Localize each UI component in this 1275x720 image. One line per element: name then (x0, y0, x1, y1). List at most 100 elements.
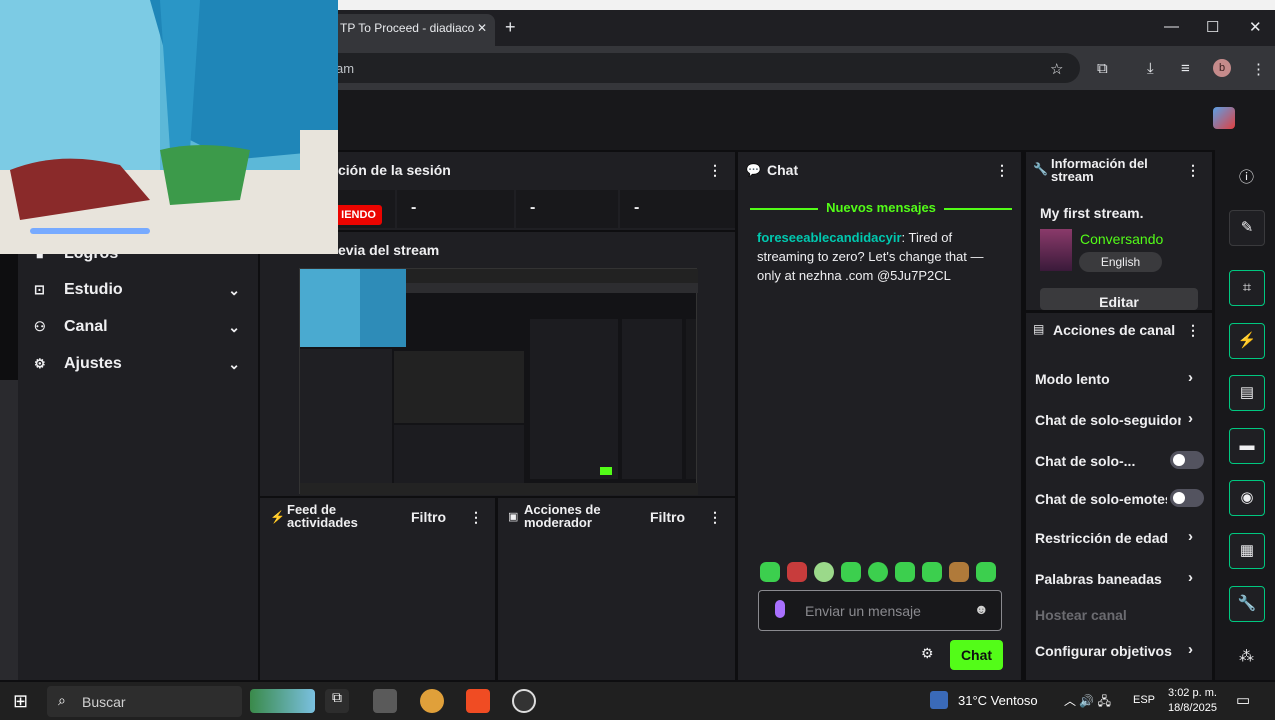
browser-menu-icon[interactable]: ⋮ (1251, 60, 1266, 78)
more-options-icon[interactable]: ⋮ (1186, 322, 1200, 339)
broadcast-icon[interactable]: ◉ (1229, 480, 1265, 516)
emoji-picker-icon[interactable]: ☻ (974, 601, 989, 617)
weather-temp: 31°C (958, 693, 988, 708)
stat-cell: - (397, 190, 514, 228)
emote-icon[interactable] (895, 562, 915, 582)
downloads-icon[interactable]: ⤓ (1147, 60, 1154, 77)
lightning-icon[interactable]: ⚡ (1229, 323, 1265, 359)
emote-icon[interactable] (760, 562, 780, 582)
layout-icon[interactable]: ▦ (1229, 533, 1265, 569)
microphone-icon[interactable] (775, 600, 785, 618)
task-view-icon[interactable]: ⧉ (325, 689, 349, 713)
more-options-icon[interactable]: ⋮ (708, 509, 722, 526)
chat-settings-icon[interactable]: ⚙ (921, 645, 934, 662)
info-icon[interactable]: ⓘ (1239, 166, 1254, 187)
action-age-restriction[interactable]: Restricción de edad (1035, 530, 1205, 546)
close-window-button[interactable]: ✕ (1249, 18, 1262, 36)
action-slow-mode[interactable]: Modo lento (1035, 371, 1205, 387)
chevron-right-icon[interactable]: › (1188, 641, 1193, 658)
chat-bubble-icon[interactable]: ▬ (1229, 428, 1265, 464)
taskbar-widget-image[interactable] (250, 689, 315, 713)
chevron-down-icon[interactable]: ⌄ (228, 319, 240, 336)
language-indicator[interactable]: ESP (1133, 694, 1155, 706)
chrome-icon[interactable] (420, 689, 444, 713)
feed-filter-button[interactable]: Filtro (411, 509, 446, 525)
emote-icon[interactable] (868, 562, 888, 582)
obs-icon[interactable] (512, 689, 536, 713)
windows-start-icon[interactable]: ⊞ (13, 691, 28, 712)
search-icon: ⌕ (58, 692, 66, 708)
mod-icon: ▣ (508, 511, 519, 523)
stream-category[interactable]: Conversando (1080, 231, 1163, 247)
weather-widget[interactable]: 31°C Ventoso (958, 693, 1038, 708)
category-thumbnail (1040, 229, 1072, 271)
edit-pencil-icon[interactable]: ✎ (1229, 210, 1265, 246)
edit-stream-button[interactable]: Editar (1040, 288, 1198, 310)
sidebar-item-estudio[interactable]: ⊡ Estudio ⌄ (18, 272, 258, 308)
preview-panel-title: evia del stream (338, 242, 440, 258)
notes-icon[interactable]: ▤ (1229, 375, 1265, 411)
stream-preview-video[interactable] (299, 268, 698, 495)
brave-icon[interactable] (466, 689, 490, 713)
channel-actions-title: Acciones de canal (1053, 322, 1176, 338)
sidebar-item-label: Estudio (64, 281, 123, 298)
mod-panel-title: Acciones de moderador (524, 502, 601, 530)
action-configure-goals[interactable]: Configurar objetivos (1035, 643, 1205, 659)
chat-message: foreseeablecandidacyir: Tired of streami… (757, 228, 1002, 285)
notifications-icon[interactable]: ▭ (1236, 691, 1250, 709)
chevron-right-icon[interactable]: › (1188, 410, 1193, 427)
tab-close-icon[interactable]: ✕ (477, 21, 487, 35)
address-bar[interactable]: am (300, 53, 1080, 83)
more-options-icon[interactable]: ⋮ (708, 162, 722, 179)
action-banned-words[interactable]: Palabras baneadas (1035, 571, 1205, 587)
sidebar-item-canal[interactable]: ⚇ Canal ⌄ (18, 309, 258, 345)
wrench-icon[interactable]: 🔧 (1229, 586, 1265, 622)
taskbar-search[interactable]: Buscar (47, 686, 242, 717)
media-control-icon[interactable]: ≡ (1181, 60, 1190, 77)
minimize-button[interactable]: — (1164, 18, 1179, 35)
clip-icon[interactable]: ⌗ (1229, 270, 1265, 306)
emote-icon[interactable] (922, 562, 942, 582)
more-options-icon[interactable]: ⋮ (995, 162, 1009, 179)
chevron-right-icon[interactable]: › (1188, 528, 1193, 545)
chat-panel-title: Chat (767, 162, 799, 178)
clock-date: 18/8/2025 (1168, 702, 1217, 714)
extensions-icon[interactable]: ⧉ (1097, 60, 1108, 77)
extensions-icon[interactable]: ⁂ (1239, 647, 1254, 665)
chevron-right-icon[interactable]: › (1188, 569, 1193, 586)
app-logo-icon[interactable] (1213, 107, 1235, 129)
emote-icon[interactable] (787, 562, 807, 582)
emotes-only-toggle[interactable] (1170, 489, 1204, 507)
taskbar-clock[interactable]: 3:02 p. m. 18/8/2025 (1168, 686, 1217, 716)
tray-icons[interactable]: ︿ 🔊 🖧 (1064, 692, 1111, 713)
more-options-icon[interactable]: ⋮ (1186, 162, 1200, 179)
chat-username[interactable]: foreseeablecandidacyir (757, 230, 902, 245)
new-tab-button[interactable]: + (505, 17, 516, 38)
maximize-button[interactable]: ☐ (1206, 18, 1219, 36)
feed-panel-title: Feed de actividades (287, 502, 358, 530)
chevron-down-icon[interactable]: ⌄ (228, 356, 240, 373)
action-subs-only: Chat de solo-... (1035, 453, 1136, 469)
chat-message-input[interactable]: Enviar un mensaje (758, 590, 1002, 631)
background-window-edge (0, 380, 18, 680)
calculator-icon[interactable] (373, 689, 397, 713)
chevron-down-icon[interactable]: ⌄ (228, 282, 240, 299)
session-panel-title: ción de la sesión (338, 162, 451, 178)
chevron-right-icon[interactable]: › (1188, 369, 1193, 386)
sidebar-item-label: Canal (64, 318, 108, 335)
studio-icon: ⊡ (34, 282, 45, 297)
profile-avatar[interactable]: b (1213, 59, 1231, 77)
chat-send-button[interactable]: Chat (950, 640, 1003, 670)
subs-only-toggle[interactable] (1170, 451, 1204, 469)
browser-tab[interactable]: TP To Proceed - diadiaco ✕ (330, 14, 495, 46)
emote-icon[interactable] (841, 562, 861, 582)
action-followers-only[interactable]: Chat de solo-seguidore (1035, 412, 1181, 428)
sidebar-item-ajustes[interactable]: ⚙ Ajustes ⌄ (18, 346, 258, 382)
bookmark-star-icon[interactable]: ☆ (1050, 60, 1063, 78)
emote-icon[interactable] (949, 562, 969, 582)
mod-filter-button[interactable]: Filtro (650, 509, 685, 525)
more-options-icon[interactable]: ⋮ (469, 509, 483, 526)
emote-icon[interactable] (976, 562, 996, 582)
url-text: am (336, 61, 355, 76)
emote-icon[interactable] (814, 562, 834, 582)
